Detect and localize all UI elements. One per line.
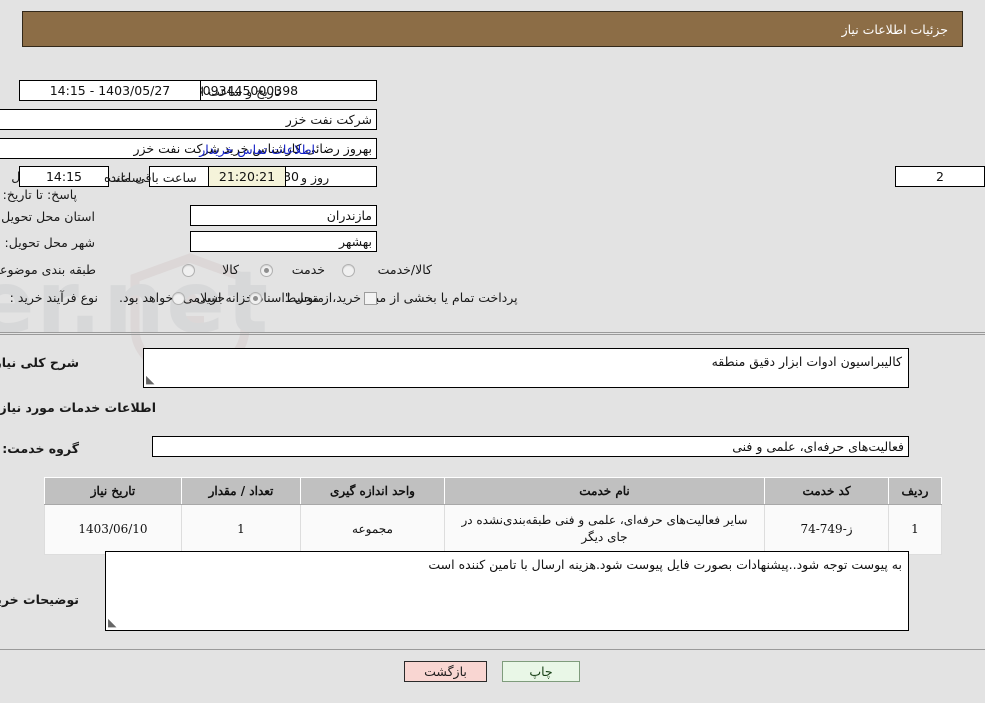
page-header: جزئیات اطلاعات نیاز bbox=[22, 11, 963, 47]
table-header-row: ردیف کد خدمت نام خدمت واحد اندازه گیری ت… bbox=[44, 477, 942, 505]
radio-category-1[interactable] bbox=[260, 264, 273, 277]
general-desc-value: کالیبراسیون ادوات ابزار دقیق منطقه bbox=[711, 354, 902, 369]
province-field[interactable]: مازندران bbox=[190, 205, 377, 226]
col-need-date: تاریخ نیاز bbox=[44, 477, 182, 505]
buyer-notes-label: توضیحات خریدار: bbox=[0, 592, 79, 607]
hour-field[interactable]: 14:15 bbox=[19, 166, 109, 187]
cell-service-name: سایر فعالیت‌های حرفه‌ای، علمی و فنی طبقه… bbox=[444, 504, 765, 555]
col-quantity: تعداد / مقدار bbox=[181, 477, 301, 505]
city-field[interactable]: بهشهر bbox=[190, 231, 377, 252]
col-unit: واحد اندازه گیری bbox=[300, 477, 445, 505]
page-title: جزئیات اطلاعات نیاز bbox=[841, 21, 948, 37]
col-row-no: ردیف bbox=[888, 477, 942, 505]
days-field[interactable]: 2 bbox=[895, 166, 985, 187]
province-label: استان محل تحویل: bbox=[0, 209, 95, 224]
services-heading: اطلاعات خدمات مورد نیاز bbox=[0, 400, 156, 415]
buyer-contact-link[interactable]: اطلاعات تماس خریدار bbox=[199, 142, 315, 157]
general-desc-textarea[interactable]: کالیبراسیون ادوات ابزار دقیق منطقه ◢ bbox=[143, 348, 909, 388]
public-announce-field[interactable]: 14:15 - 1403/05/27 bbox=[19, 80, 201, 101]
service-group-field[interactable]: فعالیت‌های حرفه‌ای، علمی و فنی bbox=[152, 436, 909, 457]
radio-process-1[interactable] bbox=[249, 292, 262, 305]
cell-need-date: 1403/06/10 bbox=[44, 504, 182, 555]
services-table-wrapper: ردیف کد خدمت نام خدمت واحد اندازه گیری ت… bbox=[44, 477, 942, 555]
buyer-notes-value: به پیوست توجه شود..پیشنهادات بصورت فایل … bbox=[428, 557, 902, 572]
cell-quantity: 1 bbox=[181, 504, 301, 555]
radio-category-0-label[interactable]: کالا bbox=[222, 262, 239, 277]
cell-row-no: 1 bbox=[888, 504, 942, 555]
radio-category-0[interactable] bbox=[182, 264, 195, 277]
cell-unit: مجموعه bbox=[300, 504, 445, 555]
radio-category-2-label[interactable]: کالا/خدمت bbox=[378, 262, 432, 277]
resize-grip-icon[interactable]: ◢ bbox=[146, 373, 158, 386]
col-service-name: نام خدمت bbox=[444, 477, 765, 505]
back-button[interactable]: بازگشت bbox=[404, 661, 487, 682]
category-label: طبقه بندی موضوعی: bbox=[0, 262, 96, 277]
creator-field[interactable]: بهروز رضائی کارشناس خرید شرکت نفت خزر bbox=[0, 138, 377, 159]
days-label: روز و bbox=[301, 170, 330, 185]
services-table: ردیف کد خدمت نام خدمت واحد اندازه گیری ت… bbox=[44, 477, 942, 555]
process-label: نوع فرآیند خرید : bbox=[9, 290, 98, 305]
city-label: شهر محل تحویل: bbox=[4, 235, 95, 250]
remaining-time-label: ساعت باقی مانده bbox=[104, 170, 197, 185]
radio-category-2[interactable] bbox=[342, 264, 355, 277]
resize-grip-icon-2[interactable]: ◢ bbox=[108, 616, 120, 629]
buyer-org-field[interactable]: شرکت نفت خزر bbox=[0, 109, 377, 130]
print-button[interactable]: چاپ bbox=[502, 661, 580, 682]
table-row: 1 ز-749-74 سایر فعالیت‌های حرفه‌ای، علمی… bbox=[44, 504, 942, 555]
radio-category-1-label[interactable]: خدمت bbox=[292, 262, 325, 277]
page-root: AnaTender.net جزئیات اطلاعات نیاز شماره … bbox=[0, 0, 985, 703]
radio-process-0[interactable] bbox=[172, 292, 185, 305]
buyer-notes-textarea[interactable]: به پیوست توجه شود..پیشنهادات بصورت فایل … bbox=[105, 551, 909, 631]
col-service-code: کد خدمت bbox=[764, 477, 889, 505]
cell-service-code: ز-749-74 bbox=[764, 504, 889, 555]
service-group-label: گروه خدمت: bbox=[2, 441, 79, 456]
remaining-time-field: 21:20:21 bbox=[208, 166, 286, 187]
treasury-checkbox[interactable] bbox=[364, 292, 377, 305]
general-desc-label: شرح کلی نیاز: bbox=[0, 355, 79, 370]
